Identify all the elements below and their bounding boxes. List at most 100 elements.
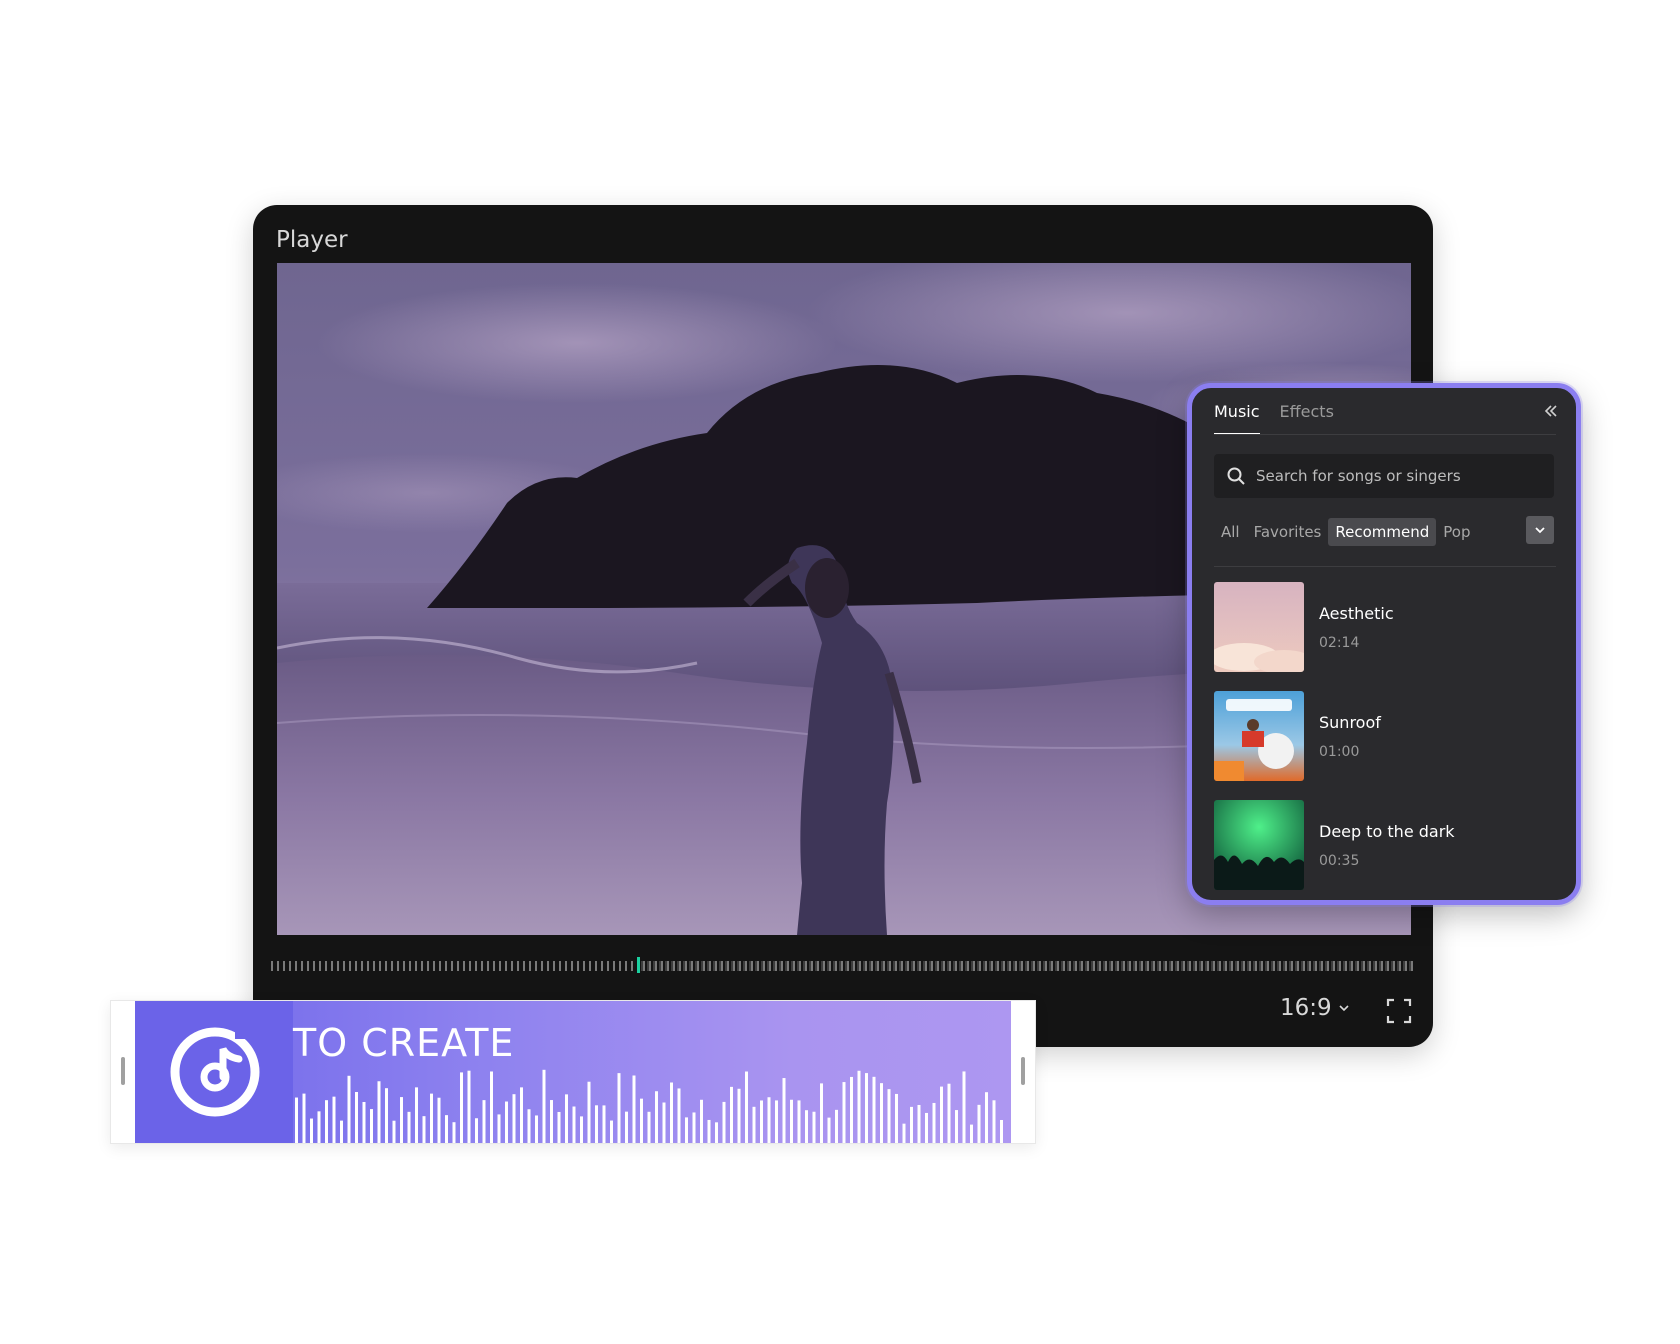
waveform-bar [497,1114,501,1143]
waveform-bar [422,1116,426,1143]
filters-expand-button[interactable] [1526,516,1554,544]
music-panel-tabs: Music Effects [1214,402,1334,435]
waveform-bar [340,1120,343,1143]
track-item[interactable]: Deep to the dark 00:35 [1214,800,1554,890]
aspect-ratio-dropdown[interactable]: 16:9 [1280,995,1350,1021]
waveform-bar [595,1105,598,1143]
track-cover [1214,582,1304,672]
waveform-bar [857,1070,861,1143]
track-duration: 00:35 [1319,852,1360,869]
waveform-bar [617,1073,621,1143]
waveform-bar [460,1072,463,1143]
waveform-bar [505,1101,508,1143]
waveform-bar [610,1120,613,1143]
filter-favorites[interactable]: Favorites [1247,518,1329,546]
playhead[interactable] [637,957,641,973]
waveform-bar [647,1111,651,1143]
filter-all[interactable]: All [1214,518,1247,546]
waveform-bar [812,1111,816,1143]
waveform-bar [707,1119,711,1143]
waveform-bar [970,1124,973,1143]
waveform-bar [572,1106,576,1143]
waveform-bar [730,1086,733,1143]
waveform-bar [557,1111,561,1143]
waveform-bar [985,1092,988,1143]
waveform-bar [895,1093,898,1143]
search-box[interactable] [1214,454,1554,498]
waveform-bar [355,1091,358,1143]
tab-effects[interactable]: Effects [1280,402,1334,435]
waveform-bar [767,1097,771,1143]
audio-clip-title: TO CREATE [293,1021,515,1065]
waveform-bar [317,1111,321,1143]
track-item[interactable]: Sunroof 01:00 [1214,691,1554,781]
chevron-down-icon [1535,527,1545,534]
audio-clip[interactable]: TO CREATE [110,1000,1036,1144]
waveform-bar [482,1100,486,1143]
track-cover [1214,800,1304,890]
clip-trim-handle-right[interactable] [1021,1057,1025,1085]
filter-pop[interactable]: Pop [1436,518,1477,546]
waveform-bar [625,1111,628,1143]
fullscreen-icon[interactable] [1386,998,1412,1024]
filter-recommend[interactable]: Recommend [1328,518,1437,546]
waveform-bar [775,1100,778,1143]
waveform-bar [872,1076,876,1143]
track-name: Sunroof [1319,712,1381,732]
audio-waveform [295,1069,1003,1143]
timeline-ruler-remaining [641,961,1415,971]
waveform-bar [992,1100,996,1143]
waveform-bar [752,1106,756,1143]
music-note-icon [170,1019,260,1117]
waveform-bar [1000,1119,1003,1143]
waveform-bar [902,1123,906,1143]
audio-clip-body: TO CREATE [135,1001,1011,1143]
waveform-bar [602,1105,606,1143]
waveform-bar [760,1100,763,1143]
waveform-bar [430,1093,433,1143]
waveform-bar [475,1118,478,1143]
clip-icon-container [135,1001,293,1143]
sunroof-cover-image [1214,691,1304,781]
waveform-bar [640,1098,643,1143]
player-title: Player [276,227,348,253]
waveform-bar [392,1120,396,1143]
waveform-bar [347,1075,351,1143]
waveform-bar [977,1104,981,1143]
waveform-bar [887,1089,891,1143]
tab-music[interactable]: Music [1214,402,1260,435]
waveform-bar [550,1100,553,1143]
track-cover [1214,691,1304,781]
waveform-bar [917,1104,921,1143]
category-filters: All Favorites Recommend Pop [1214,516,1554,548]
aspect-ratio-value: 16:9 [1280,995,1332,1021]
waveform-bar [452,1122,456,1143]
waveform-bar [850,1076,853,1143]
waveform-bar [662,1102,666,1143]
waveform-bar [377,1081,381,1143]
waveform-bar [385,1088,388,1143]
waveform-bar [677,1088,681,1143]
waveform-bar [955,1110,958,1143]
waveform-bar [805,1110,808,1143]
search-input[interactable] [1254,466,1548,486]
divider [1214,434,1556,435]
track-item[interactable]: Aesthetic 02:14 [1214,582,1554,672]
clip-trim-handle-left[interactable] [121,1057,125,1085]
divider [1214,566,1556,567]
waveform-bar [925,1112,928,1143]
waveform-bar [632,1075,636,1143]
waveform-bar [880,1083,883,1143]
waveform-bar [400,1097,403,1143]
waveform-bar [527,1109,531,1143]
waveform-bar [542,1069,546,1143]
waveform-bar [962,1071,966,1143]
waveform-bar [700,1099,703,1143]
music-panel: Music Effects All Favorites Recommend Po… [1187,383,1581,905]
waveform-bar [535,1115,538,1143]
collapse-panel-icon[interactable] [1542,402,1560,420]
waveform-bar [827,1117,831,1143]
waveform-bar [310,1118,313,1143]
waveform-bar [692,1112,696,1143]
waveform-bar [362,1101,366,1143]
